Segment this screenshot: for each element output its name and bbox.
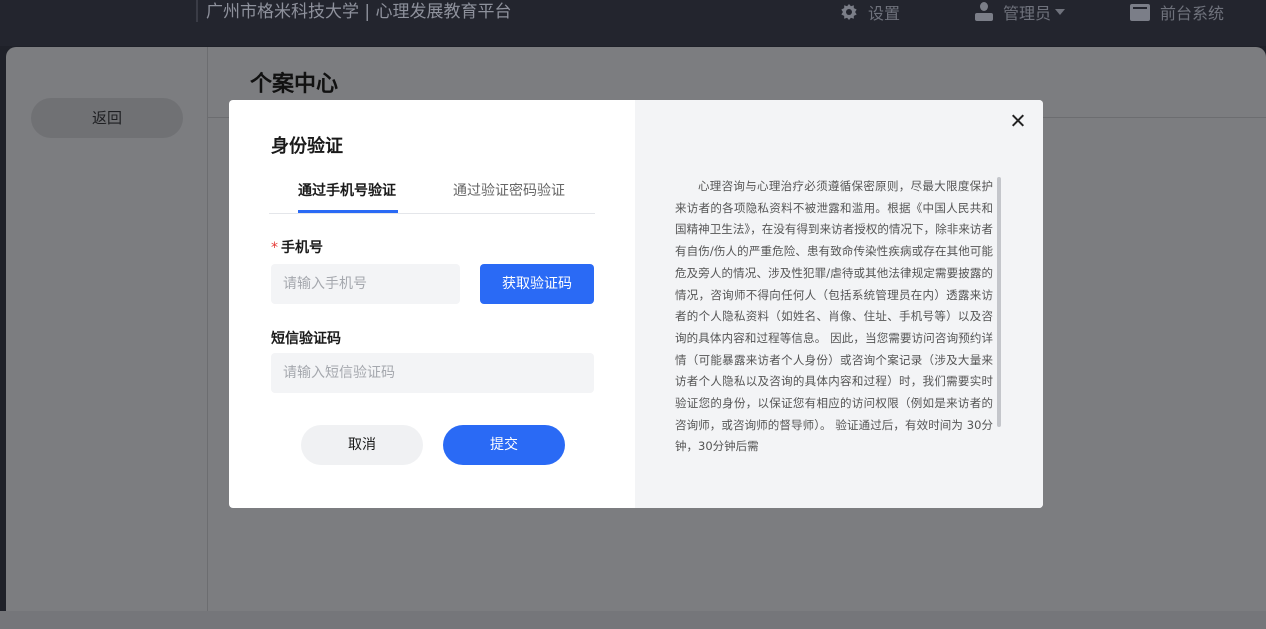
sms-code-label: 短信验证码 [271,331,341,347]
tab-phone-verification[interactable]: 通过手机号验证 [298,180,396,200]
close-icon[interactable] [1007,110,1029,132]
back-button[interactable]: 返回 [31,98,183,138]
front-system-nav[interactable]: 前台系统 [1130,0,1224,24]
user-icon [975,2,993,22]
page-title: 个案中心 [250,72,339,97]
admin-menu[interactable]: 管理员 [975,0,1066,24]
phone-label: * 手机号 [271,237,323,257]
settings-label: 设置 [868,4,901,23]
privacy-notice-text: 心理咨询与心理治疗必须遵循保密原则，尽最大限度保护来访者的各项隐私资料不被泄露和… [675,179,993,454]
caret-down-icon [1055,9,1066,15]
identity-verification-dialog: 身份验证 通过手机号验证 通过验证密码验证 *手机号 获取验证码 短信验证码 取… [229,100,1043,508]
gear-icon [840,3,858,21]
notice-scrollbar[interactable] [997,177,1001,427]
submit-button[interactable]: 提交 [443,425,565,465]
verification-tabs: 通过手机号验证 通过验证密码验证 [269,178,595,214]
top-bar: 广州市格米科技大学 | 心理发展教育平台 设置 管理员 前台系统 [0,0,1266,46]
sms-code-input[interactable] [271,353,594,393]
phone-input[interactable] [271,264,460,304]
required-mark: * [271,240,278,256]
settings-nav[interactable]: 设置 [840,0,900,24]
sidebar-divider [207,47,208,629]
tab-password-verification[interactable]: 通过验证密码验证 [453,180,565,200]
phone-label-text: 手机号 [281,240,323,256]
active-tab-indicator [298,210,398,213]
app-title: 广州市格米科技大学 | 心理发展教育平台 [206,2,512,22]
title-divider [196,0,198,22]
dialog-title: 身份验证 [271,136,343,157]
monitor-icon [1130,3,1150,21]
privacy-notice-panel: 心理咨询与心理治疗必须遵循保密原则，尽最大限度保护来访者的各项隐私资料不被泄露和… [635,100,1043,508]
front-system-label: 前台系统 [1160,4,1225,23]
get-code-button[interactable]: 获取验证码 [480,264,594,304]
admin-label: 管理员 [1003,4,1052,23]
cancel-button[interactable]: 取消 [301,425,423,465]
page-bottom [0,611,1266,629]
